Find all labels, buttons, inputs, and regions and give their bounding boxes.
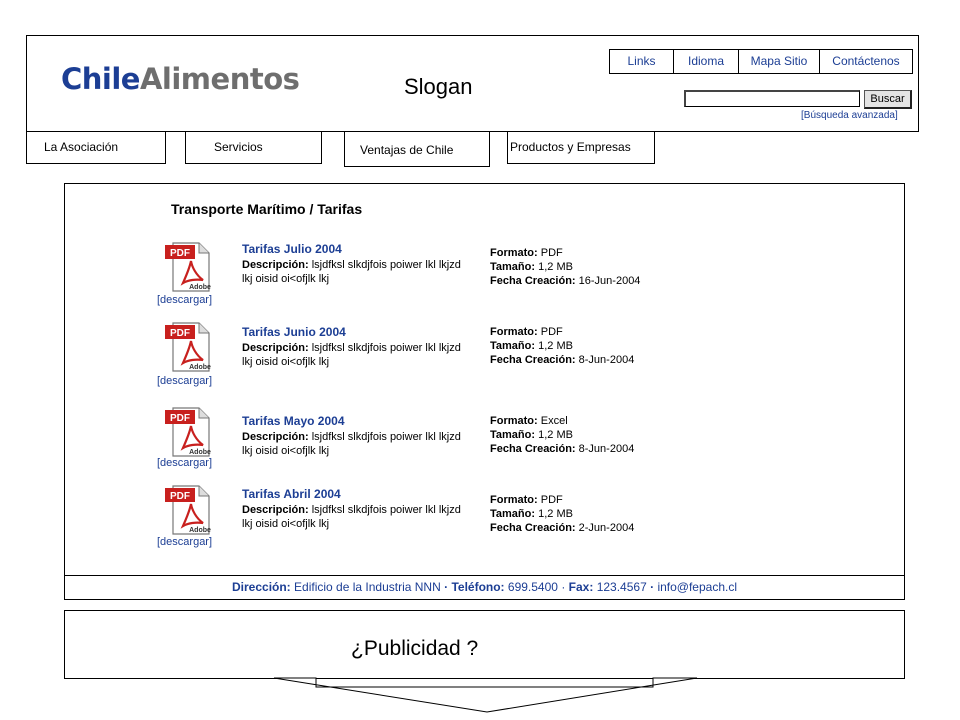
down-arrow-shape <box>273 677 698 713</box>
